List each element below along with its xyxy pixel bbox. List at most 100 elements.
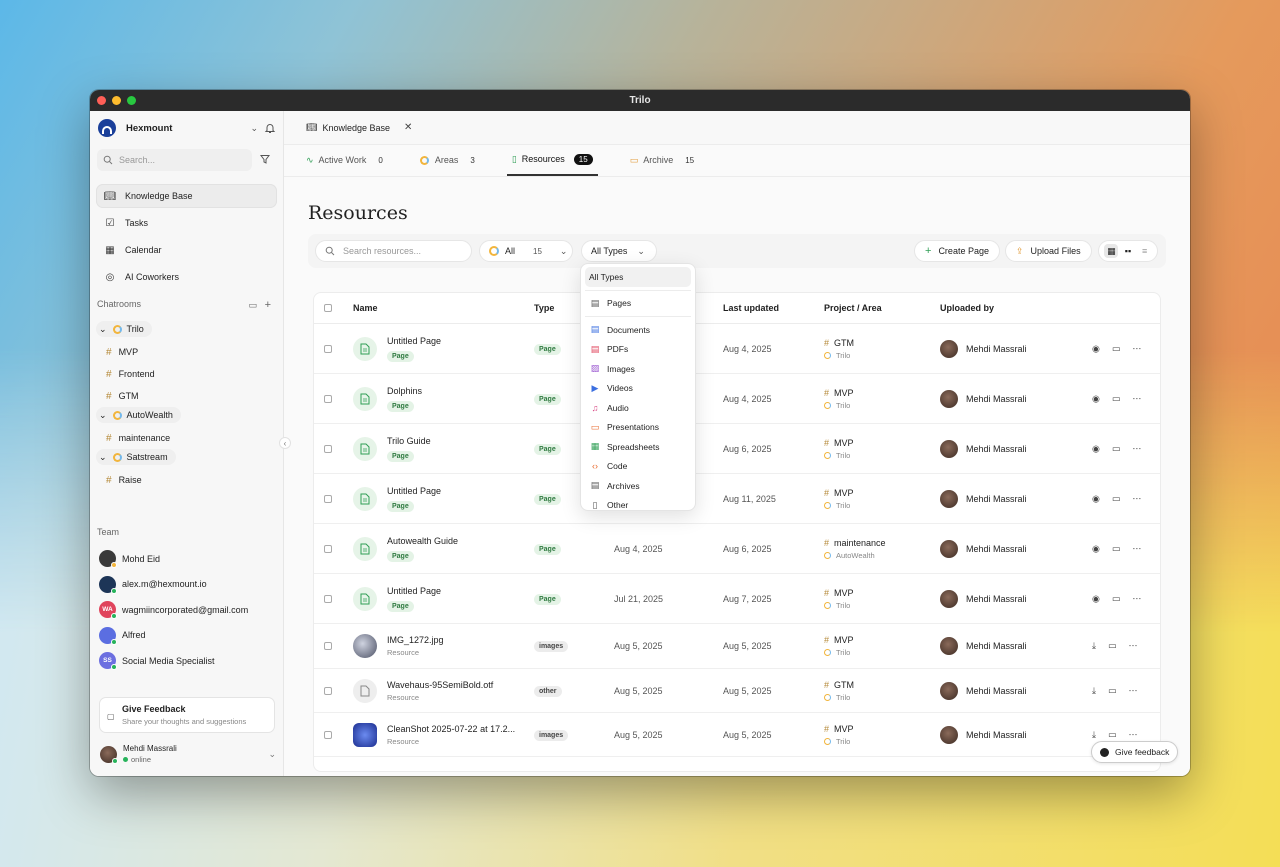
scope-select[interactable]: All 15 ⌄ — [479, 240, 573, 262]
tab-areas[interactable]: Areas 3 — [415, 144, 480, 176]
table-row[interactable]: Untitled Page Page Page Jul 21, 2025 Aug… — [314, 574, 1160, 624]
table-row[interactable]: Trilo Guide Page Page Aug 6, 2025 # MVP T… — [314, 424, 1160, 474]
dropdown-item-videos[interactable]: ▶ Videos — [585, 379, 691, 399]
download-icon[interactable]: ⤓ — [1092, 685, 1096, 696]
project-name[interactable]: GTM — [834, 680, 854, 690]
folder-icon[interactable]: ▭ — [249, 300, 258, 310]
filter-icon[interactable] — [260, 154, 270, 164]
more-icon[interactable]: ⋯ — [1132, 393, 1141, 404]
eye-icon[interactable]: ◉ — [1092, 543, 1100, 554]
collapse-sidebar-button[interactable]: ‹ — [279, 437, 291, 449]
dropdown-item-pdfs[interactable]: ▤ PDFs — [585, 340, 691, 360]
channel-raise[interactable]: # Raise — [96, 469, 277, 491]
team-member[interactable]: SS Social Media Specialist — [99, 648, 277, 674]
eye-icon[interactable]: ◉ — [1092, 493, 1100, 504]
download-icon[interactable]: ⤓ — [1092, 729, 1096, 740]
dropdown-item-code[interactable]: ‹› Code — [585, 457, 691, 477]
dropdown-item-audio[interactable]: ♫ Audio — [585, 398, 691, 418]
row-checkbox[interactable] — [324, 594, 332, 603]
list-icon[interactable]: ≡ — [1138, 244, 1152, 258]
tab-archive[interactable]: ▭ Archive 15 — [625, 144, 699, 176]
sidebar-item-ai-coworkers[interactable]: ◎ AI Coworkers — [96, 265, 277, 289]
column-header-uploader[interactable]: Uploaded by — [940, 303, 994, 313]
comment-icon[interactable]: ▭ — [1108, 729, 1117, 740]
tab-active-work[interactable]: ∿ Active Work 0 — [301, 144, 388, 176]
row-checkbox[interactable] — [324, 444, 332, 453]
dropdown-item-images[interactable]: ▨ Images — [585, 359, 691, 379]
project-name[interactable]: MVP — [834, 724, 854, 734]
table-row[interactable]: IMG_1272.jpg Resource images Aug 5, 2025… — [314, 624, 1160, 669]
resource-name[interactable]: CleanShot 2025-07-22 at 17.2... — [387, 724, 515, 734]
sidebar-item-tasks[interactable]: ☑ Tasks — [96, 211, 277, 235]
resource-name[interactable]: Autowealth Guide — [387, 536, 458, 546]
sidebar-item-knowledge-base[interactable]: 📖︎ Knowledge Base — [96, 184, 277, 208]
search-resources-input[interactable]: Search resources... — [315, 240, 472, 262]
dropdown-item-spreadsheets[interactable]: ▦ Spreadsheets — [585, 437, 691, 457]
give-feedback-card[interactable]: ▢ Give Feedback Share your thoughts and … — [99, 697, 275, 733]
channel-maintenance[interactable]: # maintenance — [96, 427, 277, 449]
resource-name[interactable]: Untitled Page — [387, 586, 441, 596]
more-icon[interactable]: ⋯ — [1132, 593, 1141, 604]
column-header-updated[interactable]: Last updated — [723, 303, 779, 313]
more-icon[interactable]: ⋯ — [1132, 543, 1141, 554]
resource-name[interactable]: IMG_1272.jpg — [387, 635, 444, 645]
project-name[interactable]: MVP — [834, 438, 854, 448]
grid-small-icon[interactable]: ▦ — [1104, 244, 1119, 258]
project-name[interactable]: MVP — [834, 488, 854, 498]
team-member[interactable]: Alfred — [99, 623, 277, 649]
project-name[interactable]: MVP — [834, 588, 854, 598]
table-row[interactable]: Wavehaus-95SemiBold.otf Resource other A… — [314, 669, 1160, 713]
table-row[interactable]: CleanShot 2025-07-22 at 17.2... Resource… — [314, 713, 1160, 757]
resource-name[interactable]: Trilo Guide — [387, 436, 431, 446]
bell-icon[interactable] — [264, 122, 276, 134]
eye-icon[interactable]: ◉ — [1092, 393, 1100, 404]
column-header-project[interactable]: Project / Area — [824, 303, 882, 313]
row-checkbox[interactable] — [324, 544, 332, 553]
comment-icon[interactable]: ▭ — [1108, 685, 1117, 696]
team-member[interactable]: WA wagmiincorporated@gmail.com — [99, 597, 277, 623]
table-row[interactable]: Untitled Page Page Page Aug 11, 2025 # MV… — [314, 474, 1160, 524]
tab-resources[interactable]: ▯ Resources 15 — [506, 144, 598, 176]
comment-icon[interactable]: ▭ — [1112, 543, 1121, 554]
type-filter-select[interactable]: All Types ⌄ — [581, 240, 657, 262]
chatroom-group-trilo[interactable]: ⌄ Trilo — [96, 321, 152, 337]
resource-name[interactable]: Wavehaus-95SemiBold.otf — [387, 680, 493, 690]
eye-icon[interactable]: ◉ — [1092, 343, 1100, 354]
workspace-switcher[interactable]: Hexmount ⌄ — [98, 119, 276, 137]
dropdown-item-archives[interactable]: ▤ Archives — [585, 476, 691, 496]
comment-icon[interactable]: ▭ — [1112, 443, 1121, 454]
eye-icon[interactable]: ◉ — [1092, 593, 1100, 604]
row-checkbox[interactable] — [324, 642, 332, 650]
dropdown-item-all-types[interactable]: All Types — [585, 267, 691, 287]
more-icon[interactable]: ⋯ — [1129, 729, 1138, 740]
eye-icon[interactable]: ◉ — [1092, 443, 1100, 454]
channel-frontend[interactable]: # Frontend — [96, 363, 277, 385]
dropdown-item-other[interactable]: ▯ Other — [585, 496, 691, 516]
download-icon[interactable]: ⤓ — [1092, 641, 1096, 652]
team-member[interactable]: alex.m@hexmount.io — [99, 572, 277, 598]
project-name[interactable]: MVP — [834, 635, 854, 645]
column-header-name[interactable]: Name — [353, 303, 378, 313]
column-header-type[interactable]: Type — [534, 303, 554, 313]
team-member[interactable]: Mohd Eid — [99, 546, 277, 572]
upload-files-button[interactable]: ⇪ Upload Files — [1005, 240, 1092, 262]
dropdown-item-pages[interactable]: ▤ Pages — [585, 294, 691, 314]
more-icon[interactable]: ⋯ — [1132, 493, 1141, 504]
select-all-checkbox[interactable] — [324, 304, 332, 312]
give-feedback-button[interactable]: Give feedback — [1091, 741, 1178, 763]
row-checkbox[interactable] — [324, 394, 332, 403]
sidebar-search-input[interactable]: Search... — [97, 149, 252, 171]
create-page-button[interactable]: + Create Page — [914, 240, 1000, 262]
project-name[interactable]: maintenance — [834, 538, 886, 548]
dropdown-item-presentations[interactable]: ▭ Presentations — [585, 418, 691, 438]
more-icon[interactable]: ⋯ — [1132, 343, 1141, 354]
tab-knowledge-base[interactable]: 📖︎ Knowledge Base ✕ — [306, 122, 412, 133]
resource-name[interactable]: Untitled Page — [387, 486, 441, 496]
current-user[interactable]: Mehdi Massrali online ⌄ — [100, 744, 276, 764]
more-icon[interactable]: ⋯ — [1129, 641, 1138, 652]
add-chatroom-icon[interactable]: + — [265, 299, 271, 311]
project-name[interactable]: MVP — [834, 388, 854, 398]
table-row[interactable]: Untitled Page Page Page Aug 4, 2025 # GTM… — [314, 324, 1160, 374]
sidebar-item-calendar[interactable]: ▦ Calendar — [96, 238, 277, 262]
channel-mvp[interactable]: # MVP — [96, 341, 277, 363]
